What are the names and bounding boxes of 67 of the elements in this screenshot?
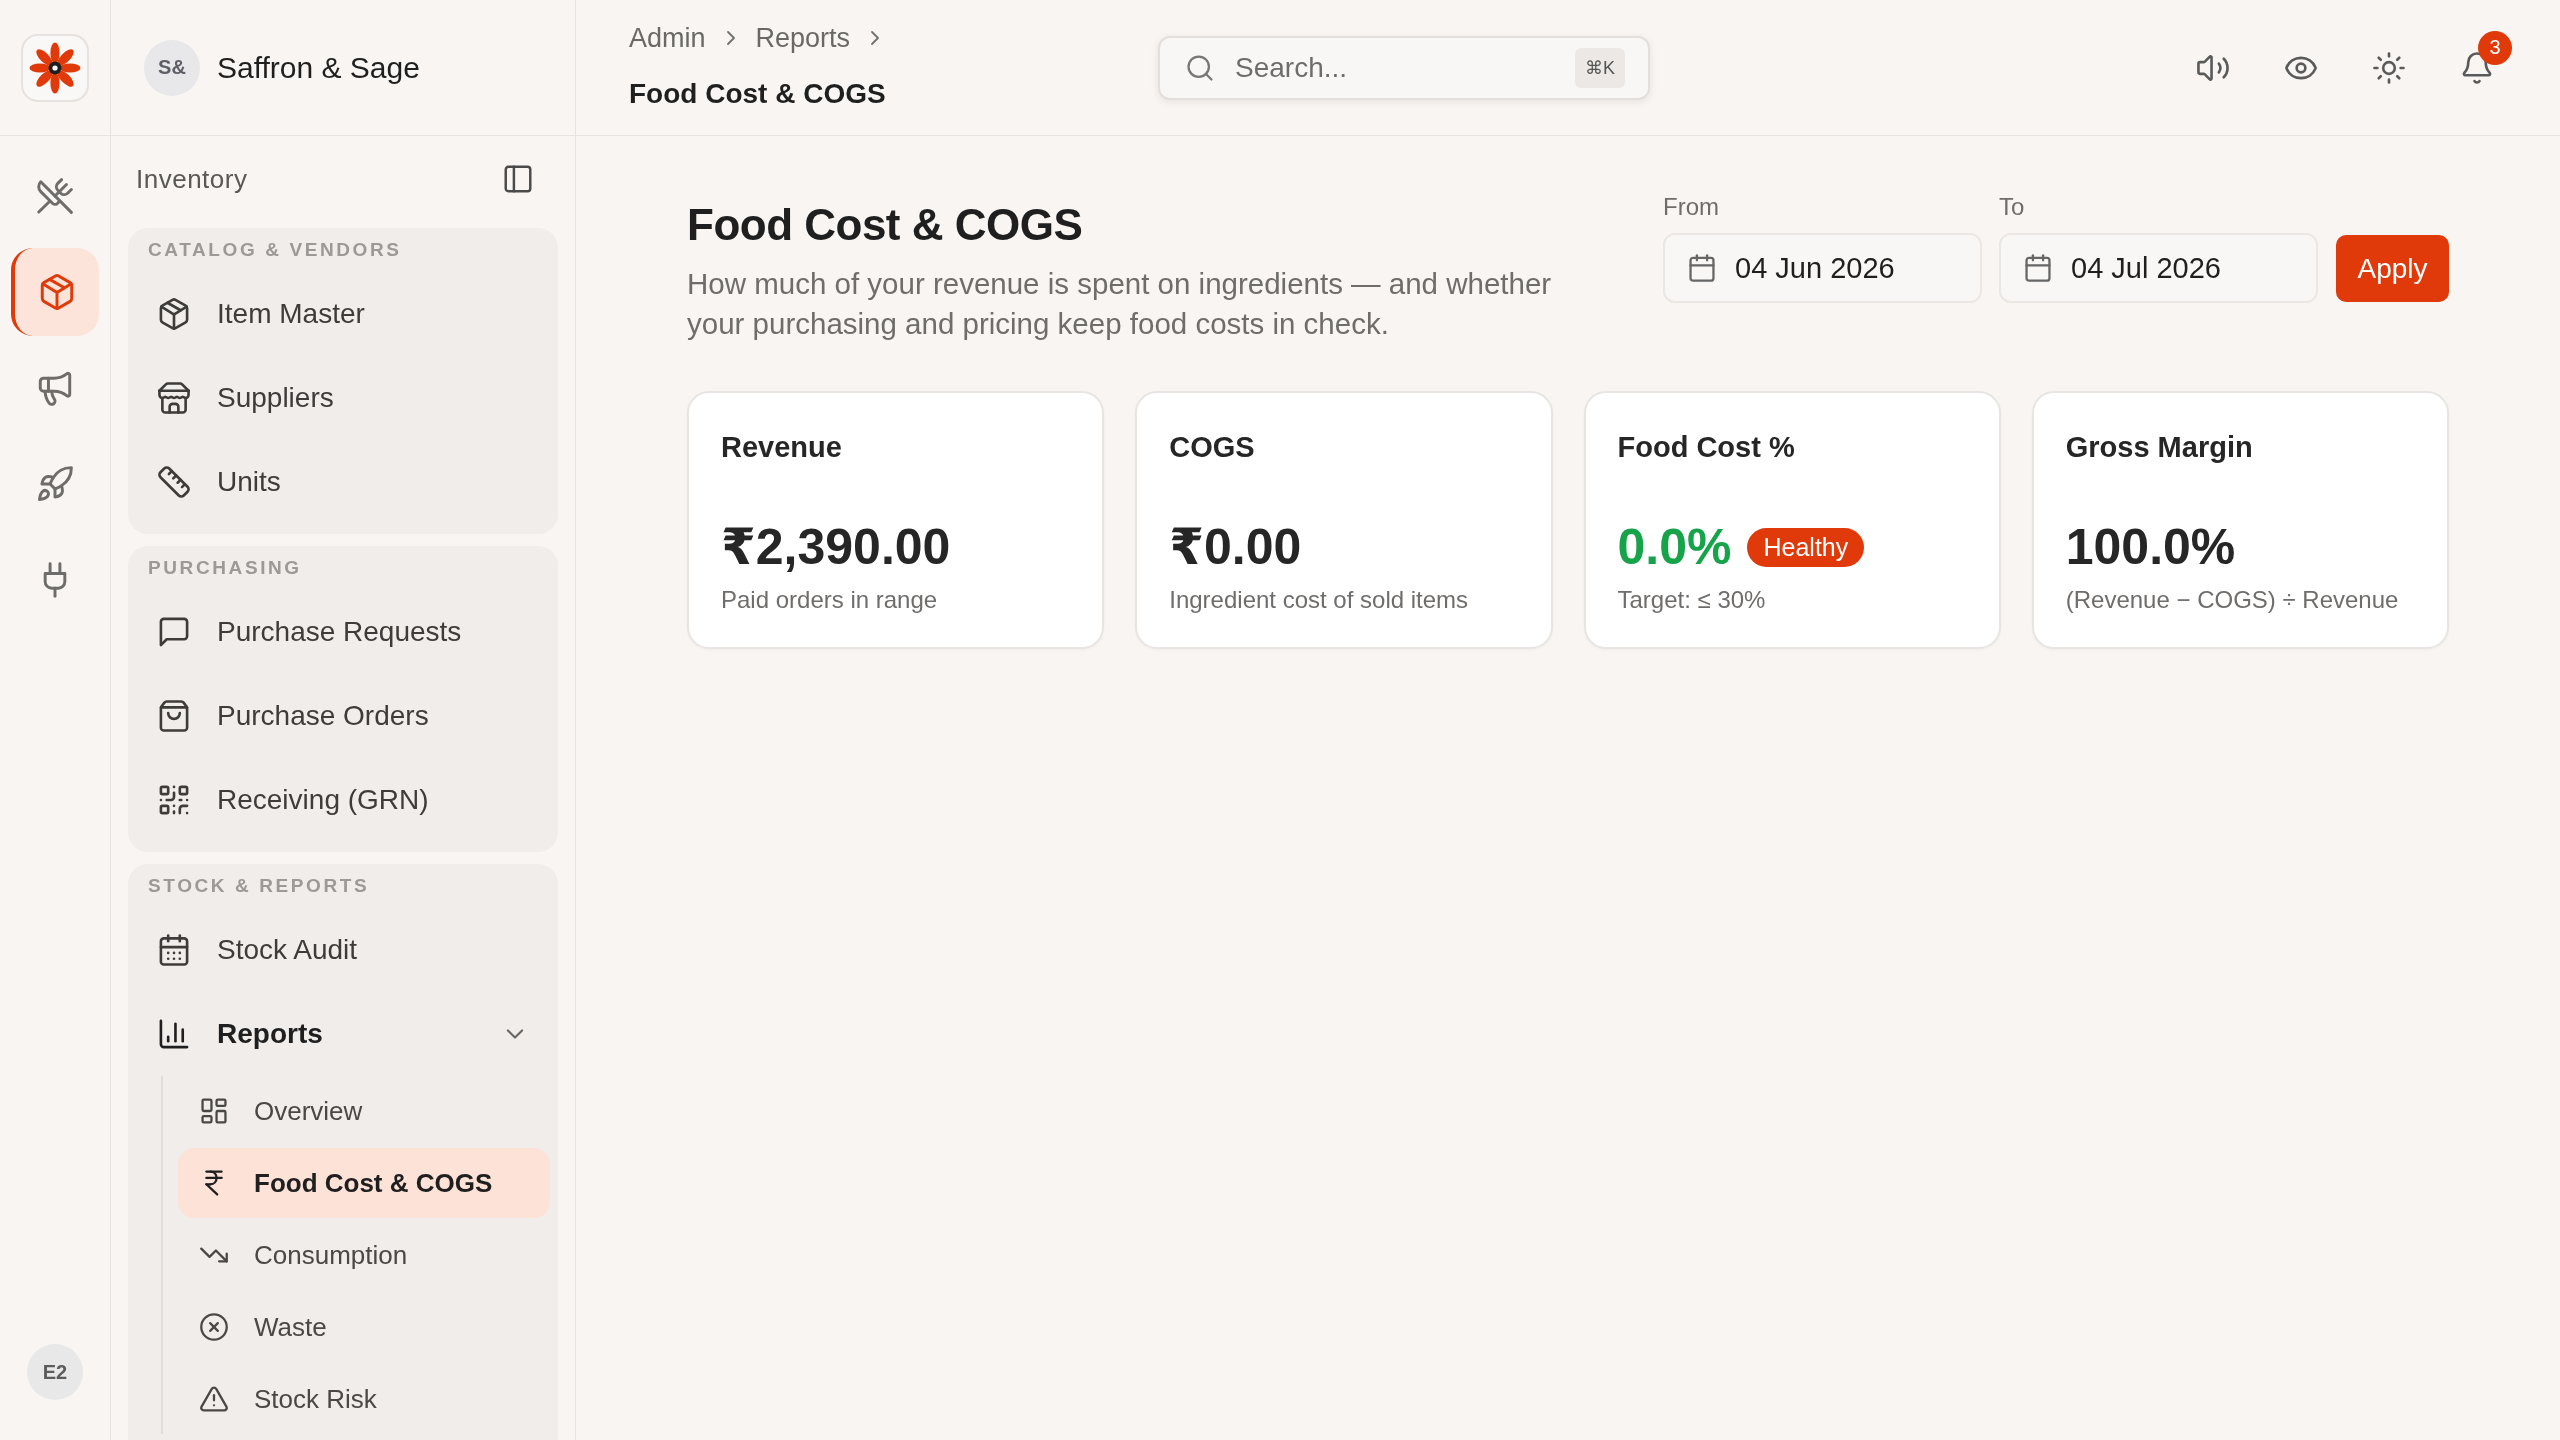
workspace-avatar: S& (144, 39, 200, 96)
kpi-value: ₹0.00 (1169, 518, 1302, 577)
panel-left-icon (503, 164, 533, 194)
rocket-icon (37, 466, 73, 502)
kpi-title: COGS (1169, 430, 1255, 465)
rail-nav-button[interactable] (11, 248, 99, 336)
nav-sub-item[interactable]: Consumption (178, 1220, 550, 1290)
nav-item[interactable]: Purchase Orders (128, 674, 558, 758)
store-icon (158, 382, 190, 414)
calendar-icon (2024, 254, 2052, 282)
kpi-title: Food Cost % (1617, 430, 1795, 465)
nav-item[interactable]: Suppliers (128, 356, 558, 440)
nav-group-title: PURCHASING (147, 556, 303, 580)
breadcrumb-link[interactable]: Reports (755, 22, 851, 54)
nav-group-title: CATALOG & VENDORS (147, 238, 403, 262)
field-label: From (1663, 192, 1719, 222)
kpi-title: Revenue (721, 430, 842, 465)
page-description: How much of your revenue is spent on ingredients — and whether your purchasing and pricing keep food costs in check. (687, 266, 1553, 342)
shopping-bag-icon (158, 700, 190, 732)
calendar-icon (158, 934, 190, 966)
notification-count: 3 (2478, 30, 2512, 65)
nav-item[interactable]: Receiving (GRN) (128, 758, 558, 842)
user-avatar[interactable]: E2 (27, 1344, 83, 1400)
field-label: To (1999, 192, 2025, 222)
status-badge: Healthy (1747, 527, 1865, 567)
utensils-crossed-icon (37, 178, 73, 214)
nav-item[interactable]: Stock Audit (128, 908, 558, 992)
date-field[interactable]: 04 Jun 2026 (1663, 233, 1982, 303)
nav-group-title: STOCK & REPORTS (147, 874, 371, 898)
date-field[interactable]: 04 Jul 2026 (1999, 233, 2318, 303)
kpi-caption: (Revenue − COGS) ÷ Revenue (2065, 585, 2399, 615)
kpi-value: ₹2,390.00 (721, 518, 951, 577)
nav-sub-item[interactable]: Overview (178, 1076, 550, 1146)
nav-item[interactable]: Purchase Requests (128, 590, 558, 674)
nav-sub-item[interactable]: Food Cost & COGS (178, 1148, 550, 1218)
search-icon (1186, 53, 1214, 82)
sidebar-toggle-button[interactable] (502, 163, 534, 195)
page-heading: Food Cost & COGS (687, 199, 1083, 251)
page-title: Food Cost & COGS (629, 77, 886, 111)
kpi-caption: Ingredient cost of sold items (1169, 585, 1469, 615)
nav-item[interactable]: Reports (128, 992, 558, 1076)
megaphone-icon (37, 370, 73, 406)
breadcrumb-link[interactable]: Admin (629, 22, 706, 54)
ruler-icon (158, 466, 190, 498)
flower-logo-icon (21, 33, 89, 102)
kpi-value: 0.0% (1617, 518, 1732, 577)
kpi-caption: Target: ≤ 30% (1617, 585, 1766, 615)
circle-x-icon (200, 1313, 228, 1341)
kpi-title: Gross Margin (2065, 430, 2253, 465)
nav-sub-item[interactable]: Waste (178, 1292, 550, 1362)
shortcut-hint: ⌘K (1575, 47, 1625, 88)
nav-sub-item[interactable]: Stock Risk (178, 1364, 550, 1434)
qr-code-icon (158, 784, 190, 816)
kpi-caption: Paid orders in range (721, 585, 938, 615)
bar-chart-icon (158, 1018, 190, 1050)
calendar-icon (1688, 254, 1716, 282)
package-icon (158, 298, 190, 330)
nav-item[interactable]: Units (128, 440, 558, 524)
workspace-name: Saffron & Sage (217, 50, 420, 85)
nav-item[interactable]: Item Master (128, 272, 558, 356)
kpi-value: 100.0% (2065, 518, 2236, 577)
sun-icon (2373, 51, 2405, 84)
apply-button[interactable]: Apply (2336, 235, 2449, 302)
warning-triangle-icon (200, 1385, 228, 1413)
package-icon (39, 274, 75, 310)
layout-grid-icon (200, 1097, 228, 1125)
sidebar-title: Inventory (136, 163, 248, 195)
